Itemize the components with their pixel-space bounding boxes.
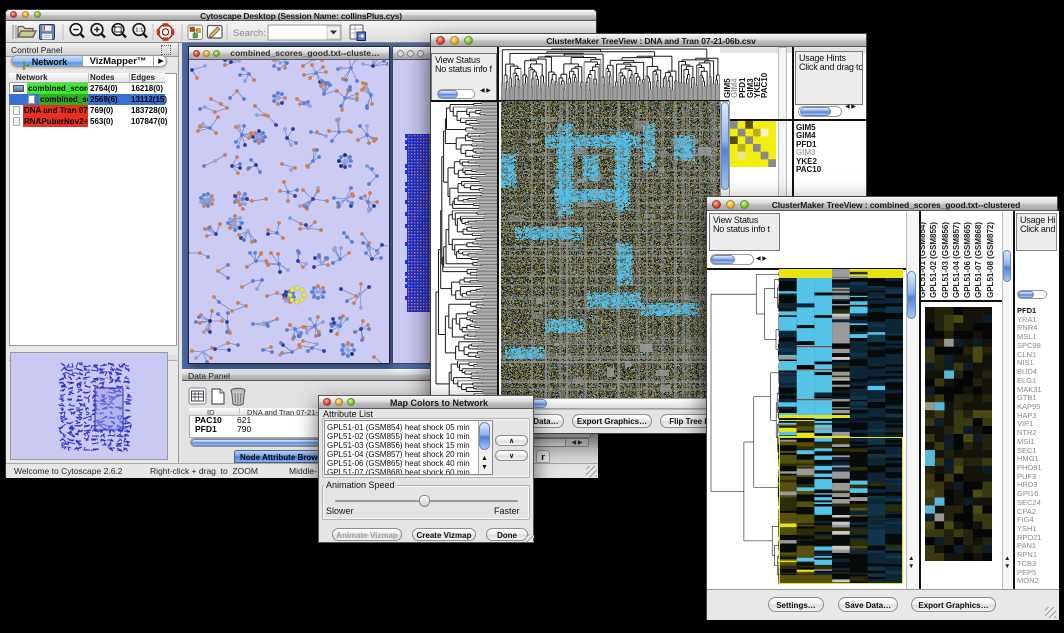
- svg-text:Search:: Search:: [233, 28, 266, 39]
- svg-text:1:1: 1:1: [135, 28, 143, 34]
